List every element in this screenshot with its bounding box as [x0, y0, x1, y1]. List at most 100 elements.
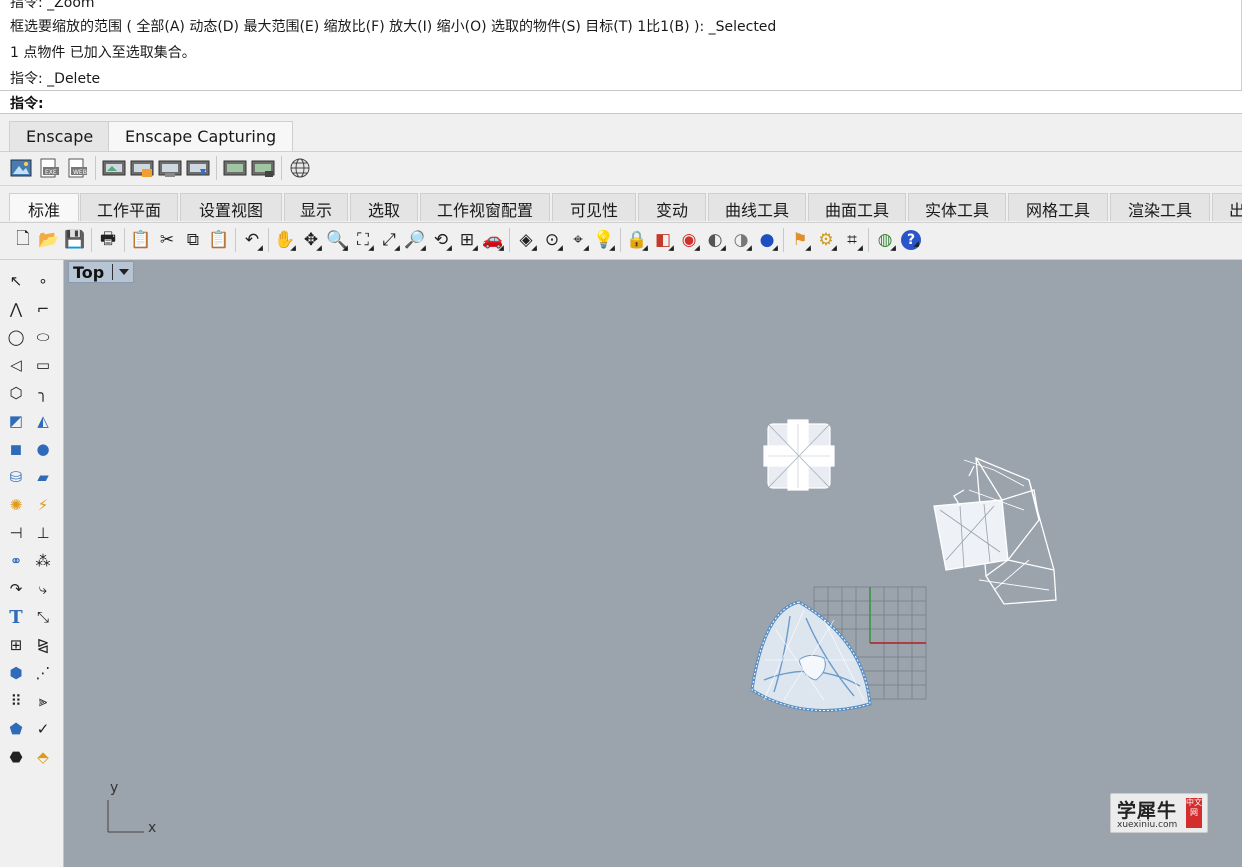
camera-icon[interactable]: ◈ [513, 226, 539, 254]
pan-hand-icon[interactable]: ✋ [272, 226, 298, 254]
tab-drafting[interactable]: 出 [1212, 193, 1242, 221]
tab-select[interactable]: 选取 [350, 193, 418, 221]
save-icon[interactable]: 💾 [62, 226, 88, 254]
polyline-icon[interactable]: ⋀ [3, 296, 29, 322]
enscape-render-panorama-icon[interactable] [157, 155, 183, 181]
select-arrow-icon[interactable]: ↖ [3, 268, 29, 294]
zoom-selected-icon[interactable]: 🔎 [402, 226, 428, 254]
group-icon[interactable]: ⁂ [30, 548, 56, 574]
clipboard-copy-icon[interactable]: 📋 [128, 226, 154, 254]
tab-mesh-tools[interactable]: 网格工具 [1008, 193, 1108, 221]
gear-options-icon[interactable]: ⚙ [813, 226, 839, 254]
text-icon[interactable]: T [3, 604, 29, 630]
lock-icon[interactable]: 🔒 [624, 226, 650, 254]
warning-analyze-icon[interactable]: ⚡ [30, 492, 56, 518]
tab-visibility[interactable]: 可见性 [552, 193, 636, 221]
command-input[interactable] [50, 92, 1230, 112]
tab-enscape-capturing[interactable]: Enscape Capturing [108, 121, 294, 151]
fillet-curve-icon[interactable]: ╮ [30, 380, 56, 406]
cage-edit-icon[interactable]: ⬟ [3, 716, 29, 742]
sphere-solid-icon[interactable]: ● [30, 436, 56, 462]
cut-icon[interactable]: ✂ [154, 226, 180, 254]
material-icon[interactable]: ⬘ [30, 744, 56, 770]
zoom-window-icon[interactable]: ⛶ [350, 226, 376, 254]
enscape-batch-render-icon[interactable] [129, 155, 155, 181]
arc-icon[interactable]: ◁ [3, 352, 29, 378]
boolean-union-icon[interactable]: ⚭ [3, 548, 29, 574]
split-icon[interactable]: ⊣ [3, 520, 29, 546]
layer-icon[interactable]: ◧ [650, 226, 676, 254]
copy-icon[interactable]: ⧉ [180, 226, 206, 254]
open-folder-icon[interactable]: 📂 [36, 226, 62, 254]
object-snap-icon[interactable]: ⌖ [565, 226, 591, 254]
tab-viewport-layout[interactable]: 工作视窗配置 [420, 193, 550, 221]
rectangle-icon[interactable]: ▭ [30, 352, 56, 378]
array-polar-icon[interactable]: ⠿ [3, 688, 29, 714]
car-named-views-icon[interactable]: 🚗 [480, 226, 506, 254]
ruler-icon[interactable]: ⫸ [30, 688, 56, 714]
toolbar-separator [91, 228, 92, 252]
dimension-icon[interactable]: ⌗ [839, 226, 865, 254]
enscape-view-list-icon[interactable] [222, 155, 248, 181]
mesh-surface-icon[interactable]: ▰ [30, 464, 56, 490]
tab-curve-tools[interactable]: 曲线工具 [708, 193, 806, 221]
viewport-top[interactable]: Top y x [64, 260, 1242, 867]
offset-curve-icon[interactable]: ↷ [3, 576, 29, 602]
circle-icon[interactable]: ◯ [3, 324, 29, 350]
chevron-down-icon[interactable] [119, 269, 130, 275]
paste-icon[interactable]: 📋 [206, 226, 232, 254]
enscape-web-standalone-icon[interactable] [287, 155, 313, 181]
tab-cplanes[interactable]: 工作平面 [80, 193, 178, 221]
array-icon[interactable]: ⊞ [3, 632, 29, 658]
tab-set-view[interactable]: 设置视图 [180, 193, 282, 221]
print-icon[interactable]: 🖶 [95, 226, 121, 254]
curve-control-points-icon[interactable]: ⌐ [30, 296, 56, 322]
tab-display[interactable]: 显示 [284, 193, 348, 221]
rendered-sphere-icon[interactable]: ◑ [728, 226, 754, 254]
tab-standard[interactable]: 标准 [9, 193, 79, 221]
shaded-sphere-icon[interactable]: ◐ [702, 226, 728, 254]
rotate-view-icon[interactable]: ✥ [298, 226, 324, 254]
rebuild-curve-icon[interactable]: ⤷ [30, 576, 56, 602]
point-icon[interactable]: ∘ [30, 268, 56, 294]
render-icon[interactable]: ⚑ [787, 226, 813, 254]
enscape-render-video-icon[interactable] [185, 155, 211, 181]
zoom-extents-icon[interactable]: ⤢ [376, 226, 402, 254]
tab-render-tools[interactable]: 渲染工具 [1110, 193, 1210, 221]
tab-solid-tools[interactable]: 实体工具 [908, 193, 1006, 221]
mirror-icon[interactable]: ⧎ [30, 632, 56, 658]
check-icon[interactable]: ✓ [30, 716, 56, 742]
new-file-icon[interactable]: 🗋 [10, 226, 36, 254]
tab-enscape[interactable]: Enscape [9, 121, 111, 151]
enscape-render-image-icon[interactable] [101, 155, 127, 181]
blue-sphere-icon[interactable]: ● [754, 226, 780, 254]
enscape-export-exe-icon[interactable]: EXE [36, 155, 62, 181]
undo-view-icon[interactable]: ⟲ [428, 226, 454, 254]
undo-icon[interactable]: ↶ [239, 226, 265, 254]
render-object-icon[interactable]: ⬣ [3, 744, 29, 770]
grasshopper-icon[interactable]: ◍ [872, 226, 898, 254]
box-solid-icon[interactable]: ◼ [3, 436, 29, 462]
color-wheel-icon[interactable]: ◉ [676, 226, 702, 254]
boolean-gear-icon[interactable]: ✺ [3, 492, 29, 518]
zoom-icon[interactable]: 🔍 [324, 226, 350, 254]
tab-surface-tools[interactable]: 曲面工具 [808, 193, 906, 221]
help-icon[interactable]: ? [901, 230, 921, 250]
construction-plane-icon[interactable]: ⊙ [539, 226, 565, 254]
enscape-export-web-icon[interactable]: WEB [64, 155, 90, 181]
tab-transform[interactable]: 变动 [638, 193, 706, 221]
ellipse-icon[interactable]: ⬭ [30, 324, 56, 350]
viewport-title-tab[interactable]: Top [68, 261, 135, 283]
surface-from-points-icon[interactable]: ◩ [3, 408, 29, 434]
dimension-points-icon[interactable]: ⤡ [30, 604, 56, 630]
block-icon[interactable]: ⬢ [3, 660, 29, 686]
cylinder-solid-icon[interactable]: ⛁ [3, 464, 29, 490]
light-bulb-icon[interactable]: 💡 [591, 226, 617, 254]
enscape-capture-icon[interactable] [8, 155, 34, 181]
trim-icon[interactable]: ⊥ [30, 520, 56, 546]
four-viewports-icon[interactable]: ⊞ [454, 226, 480, 254]
extrude-surface-icon[interactable]: ◭ [30, 408, 56, 434]
enscape-upload-icon[interactable] [250, 155, 276, 181]
polygon-icon[interactable]: ⬡ [3, 380, 29, 406]
grid-snap-icon[interactable]: ⋰ [30, 660, 56, 686]
